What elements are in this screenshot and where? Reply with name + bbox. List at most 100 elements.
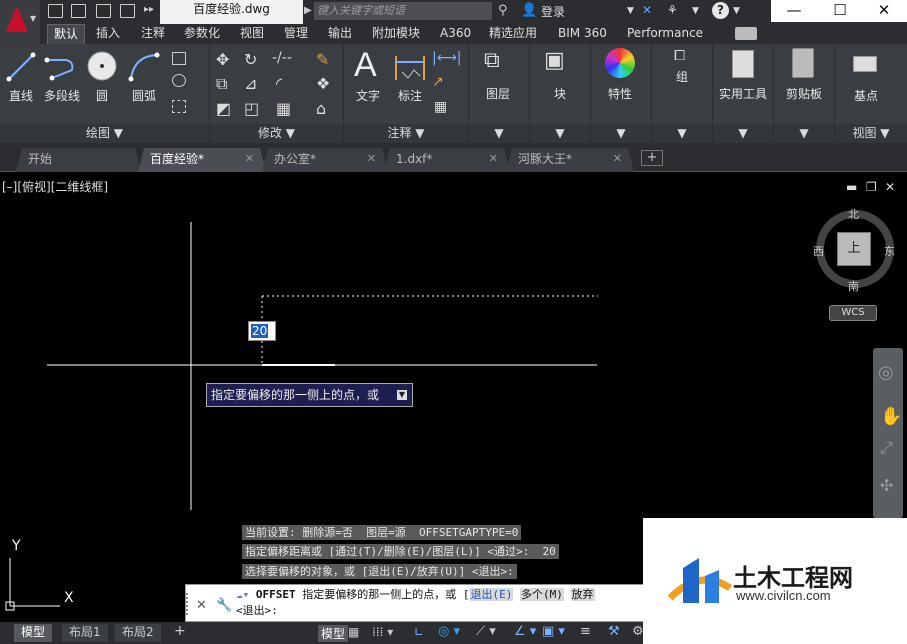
snap-icon[interactable]: ⁞⁞⁞ ▾ xyxy=(372,625,393,639)
ribbon-toggle-icon[interactable] xyxy=(735,27,757,40)
block-panel-footer[interactable]: ▼ xyxy=(530,124,590,143)
polar-tracking-icon[interactable]: ◎ ▾ xyxy=(438,624,460,639)
line-icon[interactable] xyxy=(6,52,36,82)
add-layout-icon[interactable]: + xyxy=(174,623,186,639)
wcs-menu[interactable]: WCS xyxy=(829,305,877,321)
compass-west[interactable]: 西 xyxy=(813,243,824,259)
compass-east[interactable]: 东 xyxy=(884,243,895,259)
stretch-icon[interactable]: ◩ xyxy=(216,99,231,118)
calculator-icon[interactable] xyxy=(732,50,754,78)
text-button-label[interactable]: 文字 xyxy=(350,87,386,104)
modify-panel-footer[interactable]: 修改 ▼ xyxy=(210,124,343,143)
application-menu-button[interactable]: ▼ xyxy=(0,0,40,44)
base-view-icon[interactable] xyxy=(853,56,877,72)
fillet-icon[interactable]: ◜ xyxy=(276,74,282,93)
layout-tab-model[interactable]: 模型 xyxy=(14,624,53,642)
properties-panel-footer[interactable]: ▼ xyxy=(591,124,651,143)
chevron-down-icon[interactable]: ▼ xyxy=(692,6,699,16)
layers-icon[interactable]: ⧉ xyxy=(484,48,500,73)
offset-icon[interactable]: ⌂ xyxy=(316,99,326,118)
option-exit[interactable]: 退出(E) xyxy=(469,588,514,601)
hatch-icon[interactable] xyxy=(172,74,186,87)
leader-icon[interactable]: ↗ xyxy=(432,74,444,90)
tab-output[interactable]: 输出 xyxy=(322,24,358,44)
minimize-button[interactable]: — xyxy=(771,0,817,22)
annotation-panel-footer[interactable]: 注释 ▼ xyxy=(344,124,468,143)
polyline-button-label[interactable]: 多段线 xyxy=(41,87,83,104)
layers-button-label[interactable]: 图层 xyxy=(476,85,520,102)
close-tab-icon[interactable]: ✕ xyxy=(245,148,254,170)
new-file-icon[interactable] xyxy=(48,4,63,18)
properties-button-label[interactable]: 特性 xyxy=(600,85,640,102)
clipboard-icon[interactable] xyxy=(792,48,814,78)
chevron-down-icon[interactable]: ▼ xyxy=(627,6,634,16)
mirror-icon[interactable]: ⊿ xyxy=(244,74,257,93)
utilities-panel-footer[interactable]: ▼ xyxy=(713,124,773,143)
tab-default[interactable]: 默认 xyxy=(47,24,86,44)
close-button[interactable]: ✕ xyxy=(861,0,907,22)
trim-icon[interactable]: -/-- xyxy=(272,50,292,66)
file-tab-office[interactable]: 办公室* ✕ xyxy=(262,148,388,172)
tab-insert[interactable]: 插入 xyxy=(90,24,126,44)
more-tools-icon[interactable]: ▸▸ xyxy=(144,4,154,15)
command-prompt[interactable]: ☁▾ OFFSET 指定要偏移的那一侧上的点，或 [退出(E) 多个(M) 放弃… xyxy=(236,587,646,619)
tab-manage[interactable]: 管理 xyxy=(278,24,314,44)
circle-button-label[interactable]: 圆 xyxy=(88,87,116,104)
network-icon[interactable]: ⚘ xyxy=(667,3,678,17)
maximize-button[interactable]: ☐ xyxy=(817,0,863,22)
chevron-down-icon[interactable]: ▼ xyxy=(733,6,740,16)
rectangle-icon[interactable] xyxy=(172,52,186,65)
explode-icon[interactable]: ❖ xyxy=(316,74,330,93)
model-space-toggle[interactable]: 模型 xyxy=(318,625,349,642)
tab-annotate[interactable]: 注释 xyxy=(135,24,171,44)
pan-icon[interactable]: ✋ xyxy=(880,406,902,427)
view-panel-footer[interactable]: 视图 ▼ xyxy=(835,124,907,143)
login-link[interactable]: 登录 xyxy=(541,3,565,20)
file-tab-start[interactable]: 开始 xyxy=(16,148,141,172)
table-icon[interactable]: ▦ xyxy=(434,99,447,115)
options-arrow-icon[interactable]: ▼ xyxy=(397,390,407,400)
viewcube-top-face[interactable]: 上 xyxy=(837,232,871,266)
open-file-icon[interactable] xyxy=(71,4,86,18)
binoculars-icon[interactable]: ⚲ xyxy=(498,3,508,18)
option-undo[interactable]: 放弃 xyxy=(570,588,595,601)
circle-icon[interactable] xyxy=(86,50,118,82)
dimension-button-label[interactable]: 标注 xyxy=(394,87,426,104)
search-input[interactable]: 键入关键字或短语 xyxy=(314,2,492,20)
base-button-label[interactable]: 基点 xyxy=(846,87,886,104)
new-tab-button[interactable]: + xyxy=(641,150,663,166)
copy-icon[interactable]: ⧉ xyxy=(216,74,227,94)
file-tab-hetun[interactable]: 河豚大王* ✕ xyxy=(506,148,634,172)
zoom-extents-icon[interactable]: ⤢ xyxy=(880,438,893,458)
save-icon[interactable] xyxy=(96,4,111,18)
move-icon[interactable]: ✥ xyxy=(216,50,229,69)
linear-dim-icon[interactable]: |⟷| xyxy=(432,50,462,66)
scale-icon[interactable]: ◰ xyxy=(244,99,259,118)
tab-performance[interactable]: Performance xyxy=(621,24,709,44)
expand-arrow-icon[interactable]: ▶ xyxy=(304,5,312,16)
close-tab-icon[interactable]: ✕ xyxy=(367,148,376,170)
group-icon[interactable]: ⧠ xyxy=(674,48,685,64)
clipboard-button-label[interactable]: 剪贴板 xyxy=(780,85,828,102)
block-icon[interactable]: ▣ xyxy=(544,48,565,73)
grid-icon[interactable]: ▦ xyxy=(348,625,359,639)
layout-tab-2[interactable]: 布局2 xyxy=(115,624,161,642)
lineweight-icon[interactable]: ≡ xyxy=(580,624,591,639)
object-snap-icon[interactable]: ▣ ▾ xyxy=(542,624,565,639)
tab-view[interactable]: 视图 xyxy=(234,24,270,44)
compass-north[interactable]: 北 xyxy=(848,206,859,222)
tab-parametric[interactable]: 参数化 xyxy=(178,24,226,44)
group-button-label[interactable]: 组 xyxy=(670,68,694,85)
boundary-icon[interactable] xyxy=(172,100,186,113)
tab-featured-apps[interactable]: 精选应用 xyxy=(483,24,543,44)
exchange-x-icon[interactable]: ✕ xyxy=(642,3,652,17)
draw-panel-footer[interactable]: 绘图 ▼ xyxy=(0,124,209,143)
tab-bim360[interactable]: BIM 360 xyxy=(552,24,613,44)
steering-wheel-icon[interactable]: ◎ xyxy=(878,362,894,383)
drag-handle[interactable] xyxy=(186,593,192,615)
close-tab-icon[interactable]: ✕ xyxy=(613,148,622,170)
rotate-icon[interactable]: ↻ xyxy=(244,50,257,69)
block-button-label[interactable]: 块 xyxy=(540,85,580,102)
layout-tab-1[interactable]: 布局1 xyxy=(62,624,108,642)
tab-addins[interactable]: 附加模块 xyxy=(366,24,426,44)
